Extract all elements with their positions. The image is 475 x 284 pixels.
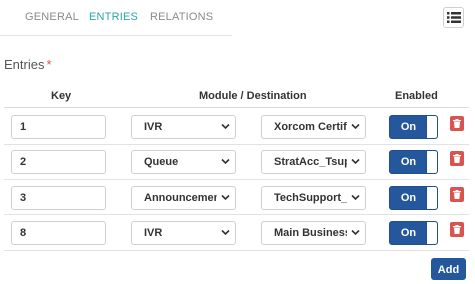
module-select[interactable]: IVR (131, 115, 236, 139)
trash-icon (453, 190, 461, 199)
tab-general[interactable]: GENERAL (25, 11, 79, 23)
enabled-toggle-label: On (400, 121, 417, 133)
add-entry-button[interactable]: Add (431, 258, 466, 280)
destination-select[interactable]: StratAcc_Tsup (261, 150, 366, 174)
entries-section-label: Entries * (4, 57, 52, 72)
chevron-down-icon (221, 123, 230, 130)
trash-icon (453, 225, 461, 234)
enabled-toggle[interactable]: On (389, 221, 438, 245)
tab-bar: GENERAL ENTRIES RELATIONS (0, 0, 232, 36)
key-input[interactable]: 2 (11, 150, 106, 174)
required-mark: * (46, 57, 52, 72)
enabled-toggle-label: On (400, 156, 417, 168)
toggle-knob (426, 222, 437, 244)
destination-select-value: Main Business H (274, 227, 347, 239)
row-divider (4, 214, 469, 215)
module-select-value: IVR (144, 121, 163, 133)
delete-row-button[interactable] (450, 116, 464, 131)
module-select-value: Announcement (144, 192, 217, 204)
module-select-value: Queue (144, 156, 179, 168)
list-view-button[interactable] (443, 7, 464, 28)
destination-select[interactable]: Xorcom Certifie (261, 115, 366, 139)
module-select[interactable]: Queue (131, 150, 236, 174)
delete-row-button[interactable] (450, 222, 464, 237)
module-select[interactable]: IVR (131, 221, 236, 245)
destination-select-value: TechSupport_Jo (274, 192, 347, 204)
toggle-knob (426, 151, 437, 173)
enabled-toggle[interactable]: On (389, 186, 438, 210)
delete-row-button[interactable] (450, 151, 464, 166)
header-divider (4, 107, 469, 108)
delete-row-button[interactable] (450, 187, 464, 202)
list-icon (446, 12, 461, 23)
header-module-destination: Module / Destination (199, 90, 307, 102)
chevron-down-icon (351, 194, 360, 201)
row-divider (4, 179, 469, 180)
row-divider (4, 250, 469, 251)
chevron-down-icon (221, 194, 230, 201)
destination-select[interactable]: TechSupport_Jo (261, 186, 366, 210)
key-input[interactable]: 1 (11, 115, 106, 139)
destination-select-value: Xorcom Certifie (274, 121, 347, 133)
tab-entries[interactable]: ENTRIES (89, 11, 138, 23)
trash-icon (453, 119, 461, 128)
header-enabled: Enabled (395, 90, 438, 102)
destination-select[interactable]: Main Business H (261, 221, 366, 245)
trash-icon (453, 154, 461, 163)
module-select-value: IVR (144, 227, 163, 239)
toggle-knob (426, 116, 437, 138)
chevron-down-icon (351, 123, 360, 130)
module-select[interactable]: Announcement (131, 186, 236, 210)
toggle-knob (426, 187, 437, 209)
chevron-down-icon (351, 229, 360, 236)
enabled-toggle[interactable]: On (389, 150, 438, 174)
enabled-toggle[interactable]: On (389, 115, 438, 139)
tab-relations[interactable]: RELATIONS (150, 11, 213, 23)
destination-select-value: StratAcc_Tsup (274, 156, 347, 168)
key-input[interactable]: 8 (11, 221, 106, 245)
chevron-down-icon (221, 158, 230, 165)
header-key: Key (51, 90, 72, 102)
chevron-down-icon (221, 229, 230, 236)
enabled-toggle-label: On (400, 227, 417, 239)
chevron-down-icon (351, 158, 360, 165)
row-divider (4, 144, 469, 145)
entries-label: Entries (4, 57, 45, 72)
enabled-toggle-label: On (400, 192, 417, 204)
key-input[interactable]: 3 (11, 186, 106, 210)
